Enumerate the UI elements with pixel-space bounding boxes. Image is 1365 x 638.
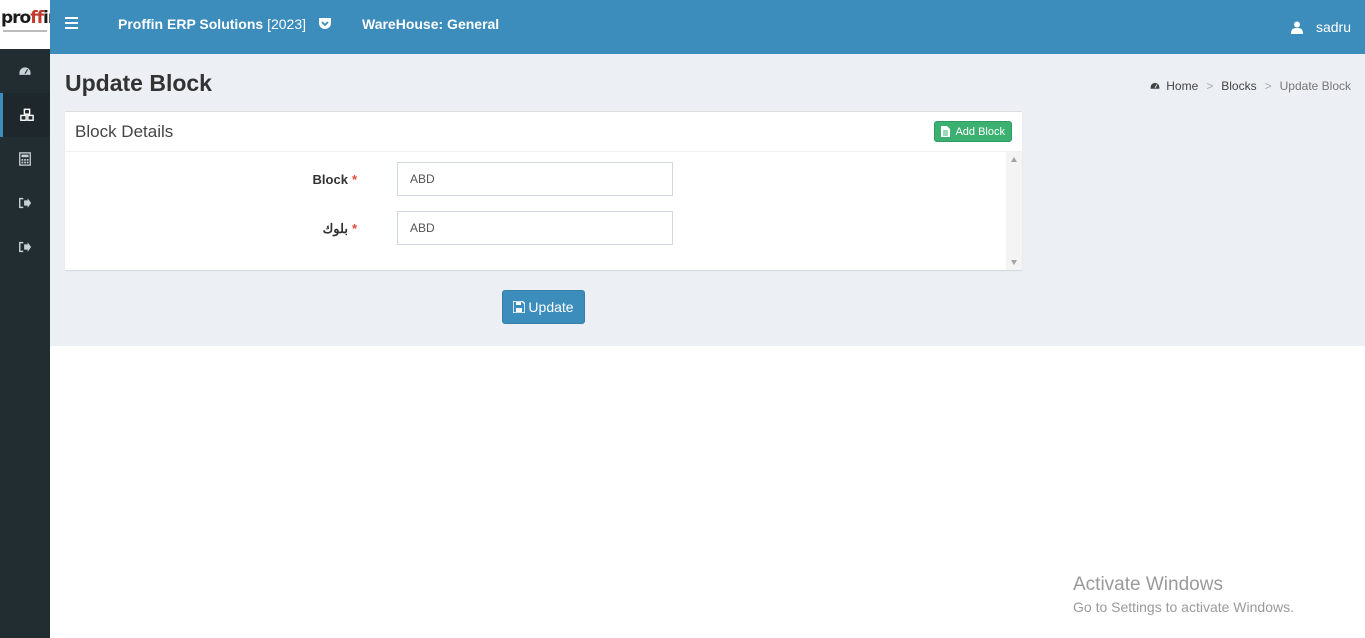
breadcrumb-current: Update Block xyxy=(1279,79,1351,93)
warehouse-label[interactable]: WareHouse: General xyxy=(362,16,499,32)
page-title: Update Block xyxy=(65,70,212,96)
sidebar-item-logout-2[interactable] xyxy=(0,225,50,269)
breadcrumb-separator: > xyxy=(1206,79,1214,93)
scroll-up-arrow-icon[interactable] xyxy=(1011,157,1017,162)
panel-body: Block* بلوك* xyxy=(65,152,1022,270)
arabic-block-label: بلوك * xyxy=(322,221,357,236)
block-label: Block * xyxy=(312,172,357,187)
update-label: Update xyxy=(528,299,574,315)
cubes-icon xyxy=(19,108,34,121)
sidebar-item-calculator[interactable] xyxy=(0,137,50,181)
sign-out-icon xyxy=(19,197,32,209)
breadcrumb-blocks[interactable]: Blocks xyxy=(1221,79,1256,93)
block-details-panel: Block Details Add Block Block* بلوك* xyxy=(65,111,1022,270)
dashboard-icon xyxy=(18,66,32,77)
panel-title: Block Details xyxy=(75,122,174,141)
sidebar-item-blocks[interactable] xyxy=(0,93,50,137)
breadcrumb-separator: > xyxy=(1264,79,1272,93)
scrollbar[interactable] xyxy=(1006,152,1022,270)
required-asterisk: * xyxy=(351,221,357,236)
dashboard-icon xyxy=(1149,81,1161,90)
menu-toggle-icon[interactable] xyxy=(65,17,78,29)
content-wrapper: Update Block Home > Blocks > Update Bloc… xyxy=(50,54,1365,346)
add-block-button[interactable]: Add Block xyxy=(934,121,1012,142)
block-input[interactable] xyxy=(397,162,673,196)
sidebar-item-dashboard[interactable] xyxy=(0,50,50,94)
calculator-icon xyxy=(19,152,31,166)
sidebar: proffin xyxy=(0,0,50,638)
update-button[interactable]: Update xyxy=(502,290,585,324)
sign-out-icon xyxy=(19,241,32,253)
user-icon xyxy=(1290,21,1303,34)
top-navbar: Proffin ERP Solutions [2023] WareHouse: … xyxy=(50,0,1365,54)
panel-header: Block Details Add Block xyxy=(65,112,1022,152)
arabic-block-input[interactable] xyxy=(397,211,673,245)
logo[interactable]: proffin xyxy=(0,0,50,49)
required-asterisk: * xyxy=(351,172,357,187)
add-block-label: Add Block xyxy=(955,125,1005,138)
breadcrumb: Home > Blocks > Update Block xyxy=(1149,79,1351,93)
breadcrumb-home[interactable]: Home xyxy=(1166,79,1198,93)
save-icon xyxy=(513,301,526,313)
scroll-down-arrow-icon[interactable] xyxy=(1011,260,1017,265)
pocket-icon[interactable] xyxy=(318,17,332,30)
app-title: Proffin ERP Solutions [2023] xyxy=(118,16,307,32)
file-icon xyxy=(941,126,951,137)
watermark-subtitle: Go to Settings to activate Windows. xyxy=(1073,599,1294,615)
username: sadru xyxy=(1315,19,1351,35)
watermark-title: Activate Windows xyxy=(1073,574,1223,595)
logo-text: proffin xyxy=(1,8,50,28)
logo-underline xyxy=(3,30,47,32)
sidebar-item-logout-1[interactable] xyxy=(0,181,50,225)
windows-activation-watermark: Activate Windows Go to Settings to activ… xyxy=(1073,574,1294,615)
user-menu[interactable]: sadru xyxy=(1290,19,1351,35)
